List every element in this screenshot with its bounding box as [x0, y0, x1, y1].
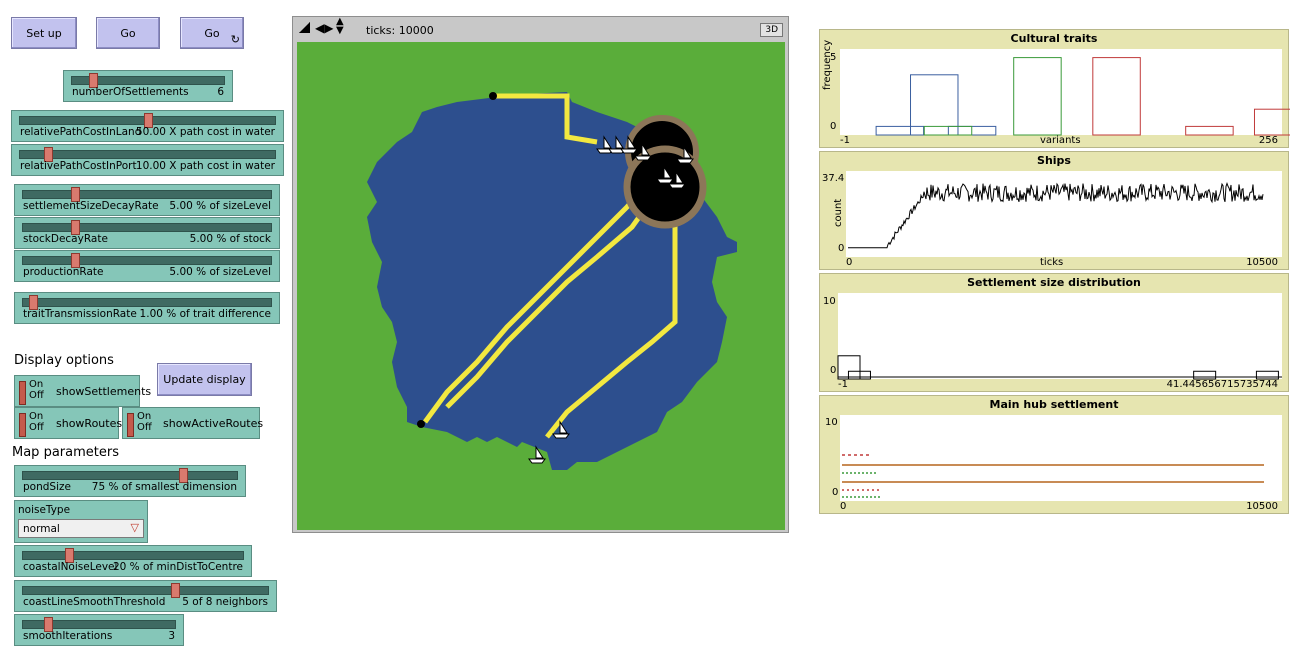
switch-on-label: On — [29, 411, 44, 422]
slider-traitTransmissionRate[interactable]: traitTransmissionRate 1.00 % of trait dif… — [14, 292, 280, 324]
forever-loop-icon: ↻ — [230, 33, 240, 46]
slider-track[interactable] — [22, 223, 272, 232]
slider-label: relativePathCostInPort — [20, 160, 137, 172]
update-display-label: Update display — [163, 373, 246, 386]
slider-settlementSizeDecayRate[interactable]: settlementSizeDecayRate 5.00 % of sizeLev… — [14, 184, 280, 216]
switch-on-label: On — [137, 411, 152, 422]
plot-canvas — [837, 293, 1282, 380]
setup-button[interactable]: Set up — [11, 17, 77, 49]
slider-track[interactable] — [22, 586, 269, 595]
slider-track[interactable] — [22, 471, 238, 480]
slider-value: 75 % of smallest dimension — [91, 481, 237, 493]
switch-showActiveRoutes[interactable]: On Off showActiveRoutes — [122, 407, 264, 439]
plot-settlement-size: Settlement size distribution 10 0 -1 41.… — [819, 273, 1289, 392]
slider-label: settlementSizeDecayRate — [23, 200, 159, 212]
world-canvas[interactable] — [297, 42, 785, 530]
chooser-label: noiseType — [18, 504, 71, 516]
view-zoom-icon[interactable]: ▲ ▼ — [336, 17, 344, 36]
plot-main-hub: Main hub settlement 10 0 0 10500 — [819, 395, 1289, 514]
slider-value: 5.00 % of sizeLevel — [169, 266, 271, 278]
slider-value: 50.00 X path cost in water — [135, 126, 275, 138]
setup-button-label: Set up — [26, 26, 62, 40]
world-view[interactable]: ◀▶ ▲ ▼ ticks: 10000 3D — [292, 16, 789, 533]
display-options-heading: Display options — [14, 353, 114, 368]
slider-label: coastalNoiseLevel — [23, 561, 118, 573]
chevron-down-icon: ▽ — [130, 521, 139, 534]
plot-cultural-traits: Cultural traits frequency 5 0 -1 variant… — [819, 29, 1290, 148]
slider-knob[interactable] — [170, 583, 180, 598]
slider-label: pondSize — [23, 481, 71, 493]
switch-label: showSettlements — [56, 385, 152, 398]
slider-relativePathCostInPort[interactable]: relativePathCostInPort 10.00 X path cost … — [11, 144, 284, 176]
plot-canvas — [840, 49, 1290, 136]
slider-value: 5.00 % of sizeLevel — [169, 200, 271, 212]
switch-label: showActiveRoutes — [163, 417, 264, 430]
switch-on-label: On — [29, 379, 44, 390]
slider-value: 3 — [168, 630, 175, 642]
slider-label: productionRate — [23, 266, 104, 278]
slider-track[interactable] — [22, 298, 272, 307]
switch-showRoutes[interactable]: On Off showRoutes — [14, 407, 123, 439]
go-forever-button[interactable]: Go ↻ — [180, 17, 244, 49]
chooser-value: normal — [23, 523, 60, 535]
plot-canvas — [846, 171, 1282, 257]
slider-pondSize[interactable]: pondSize 75 % of smallest dimension — [14, 465, 246, 497]
go-forever-button-label: Go — [204, 26, 220, 40]
view-toolbar: ◀▶ ▲ ▼ ticks: 10000 3D — [293, 17, 788, 43]
slider-value: 1.00 % of trait difference — [139, 308, 271, 320]
plot-canvas — [840, 415, 1282, 501]
go-once-button-label: Go — [120, 26, 136, 40]
slider-label: traitTransmissionRate — [23, 308, 137, 320]
slider-value: 5 of 8 neighbors — [182, 596, 268, 608]
slider-label: smoothIterations — [23, 630, 113, 642]
switch-label: showRoutes — [56, 417, 123, 430]
slider-track[interactable] — [19, 150, 276, 159]
settlement — [489, 92, 497, 100]
ticks-readout: ticks: 10000 — [366, 24, 434, 37]
noiseType-chooser[interactable]: noiseType normal ▽ — [14, 500, 148, 543]
slider-relativePathCostInLand[interactable]: relativePathCostInLand 50.00 X path cost … — [11, 110, 284, 142]
slider-value: 5.00 % of stock — [189, 233, 271, 245]
slider-coastalNoiseLevel[interactable]: coastalNoiseLevel 20 % of minDistToCentre — [14, 545, 252, 577]
switch-toggle[interactable] — [19, 413, 26, 437]
switch-off-label: Off — [29, 422, 44, 433]
plot-ships: Ships count 37.4 0 0 ticks 10500 — [819, 151, 1289, 270]
go-once-button[interactable]: Go — [96, 17, 160, 49]
switch-toggle[interactable] — [19, 381, 26, 405]
switch-off-label: Off — [137, 422, 152, 433]
slider-smoothIterations[interactable]: smoothIterations 3 — [14, 614, 184, 646]
view-shift-icon[interactable]: ◀▶ — [315, 21, 333, 35]
view-edge-icon[interactable] — [299, 22, 310, 33]
switch-toggle[interactable] — [127, 413, 134, 437]
slider-value: 10.00 X path cost in water — [135, 160, 275, 172]
slider-value: 6 — [217, 86, 224, 98]
slider-label: numberOfSettlements — [72, 86, 189, 98]
slider-track[interactable] — [22, 551, 244, 560]
slider-productionRate[interactable]: productionRate 5.00 % of sizeLevel — [14, 250, 280, 282]
settlement — [417, 420, 425, 428]
slider-coastLineSmoothThreshold[interactable]: coastLineSmoothThreshold 5 of 8 neighbors — [14, 580, 277, 612]
slider-numberOfSettlements[interactable]: numberOfSettlements 6 — [63, 70, 233, 102]
chooser-dropdown[interactable]: normal ▽ — [18, 519, 144, 538]
slider-track[interactable] — [22, 190, 272, 199]
map-parameters-heading: Map parameters — [12, 445, 119, 460]
slider-value: 20 % of minDistToCentre — [112, 561, 243, 573]
switch-off-label: Off — [29, 390, 44, 401]
slider-label: coastLineSmoothThreshold — [23, 596, 166, 608]
update-display-button[interactable]: Update display — [157, 363, 252, 396]
slider-label: relativePathCostInLand — [20, 126, 142, 138]
slider-stockDecayRate[interactable]: stockDecayRate 5.00 % of stock — [14, 217, 280, 249]
3d-button[interactable]: 3D — [760, 23, 783, 37]
slider-track[interactable] — [22, 256, 272, 265]
slider-label: stockDecayRate — [23, 233, 108, 245]
switch-showSettlements[interactable]: On Off showSettlements — [14, 375, 151, 407]
